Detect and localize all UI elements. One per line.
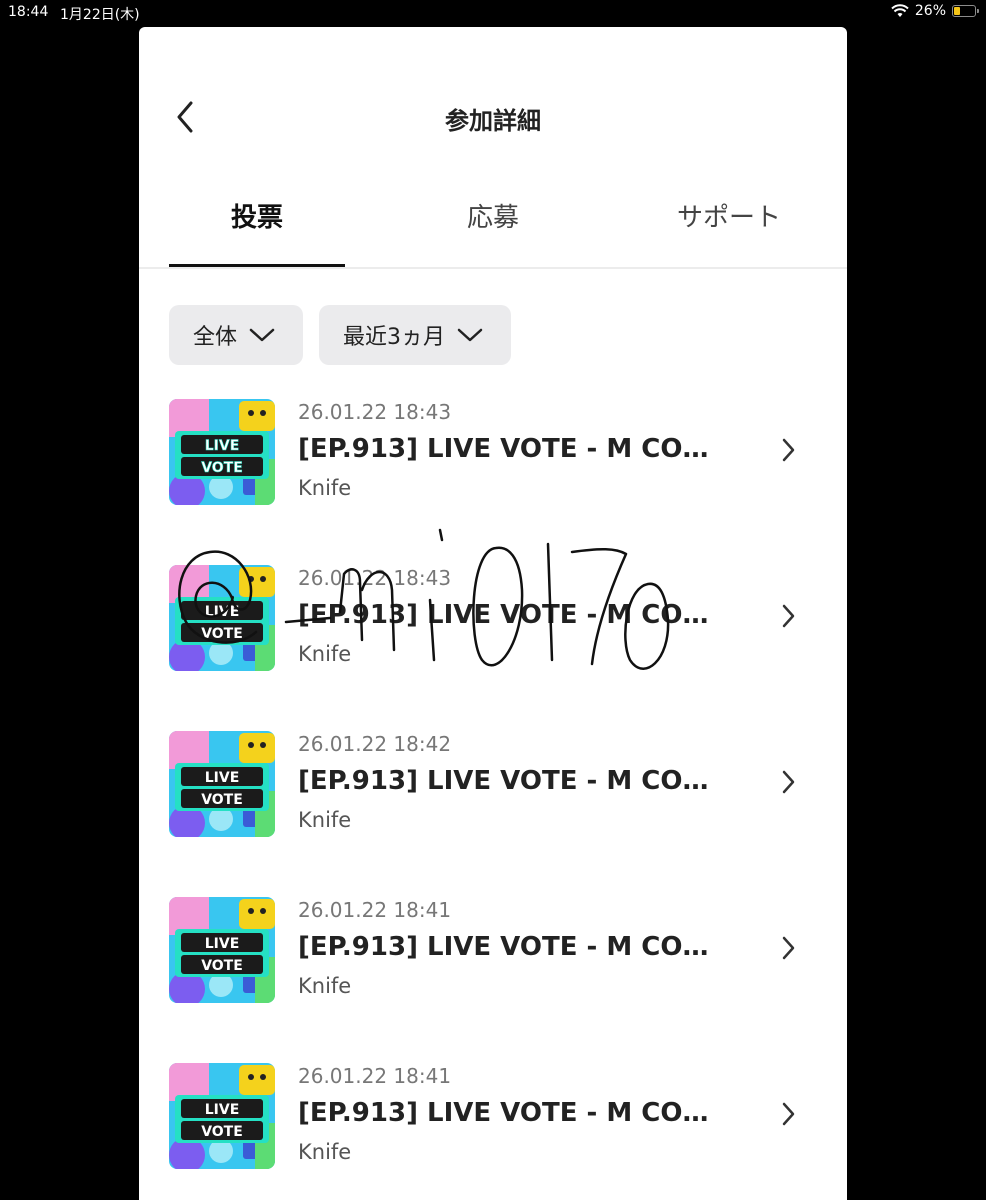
item-meta: 26.01.22 18:43 [EP.913] LIVE VOTE - M CO…	[298, 399, 728, 501]
status-time: 18:44	[8, 4, 49, 20]
chevron-right-icon	[782, 604, 795, 628]
chevron-right-icon	[782, 936, 795, 960]
item-date: 26.01.22 18:43	[298, 566, 452, 590]
thumbnail-line1: LIVE	[205, 1102, 240, 1118]
thumbnail-line2: VOTE	[201, 460, 243, 476]
header: 参加詳細	[139, 87, 847, 147]
battery-percent: 26%	[914, 3, 946, 19]
item-meta: 26.01.22 18:41 [EP.913] LIVE VOTE - M CO…	[298, 897, 728, 999]
chevron-down-icon	[457, 328, 483, 342]
status-date: 1月22日(木)	[60, 7, 140, 23]
chevron-right-icon	[782, 438, 795, 462]
item-title: [EP.913] LIVE VOTE - M COUNTDOWN	[298, 1098, 728, 1128]
filter-bar: 全体 最近3ヵ月	[169, 305, 512, 365]
live-vote-thumbnail: LIVE VOTE	[169, 565, 275, 671]
item-date: 26.01.22 18:41	[298, 898, 452, 922]
live-vote-thumbnail: LIVE VOTE	[169, 731, 275, 837]
item-meta: 26.01.22 18:42 [EP.913] LIVE VOTE - M CO…	[298, 731, 728, 833]
tab-vote[interactable]: 投票	[169, 197, 345, 267]
status-bar: 18:44 1月22日(木) 26%	[0, 0, 986, 26]
item-artist: Knife	[298, 476, 352, 500]
filter-period-label: 最近3ヵ月	[343, 325, 446, 350]
item-title: [EP.913] LIVE VOTE - M COUNTDOWN	[298, 932, 728, 962]
thumbnail-line2: VOTE	[201, 958, 243, 974]
main-panel: 参加詳細 投票 応募 サポート 全体 最近3ヵ月 LIVE VOTE 26.01…	[139, 27, 847, 1200]
list-item[interactable]: LIVE VOTE 26.01.22 18:41 [EP.913] LIVE V…	[169, 897, 829, 1063]
live-vote-thumbnail: LIVE VOTE	[169, 1063, 275, 1169]
list-item[interactable]: LIVE VOTE 26.01.22 18:41 [EP.913] LIVE V…	[169, 1063, 829, 1200]
tab-apply[interactable]: 応募	[405, 197, 581, 265]
live-vote-thumbnail: LIVE VOTE	[169, 897, 275, 1003]
page-title: 参加詳細	[445, 107, 541, 135]
item-date: 26.01.22 18:42	[298, 732, 452, 756]
item-artist: Knife	[298, 808, 352, 832]
thumbnail-line2: VOTE	[201, 792, 243, 808]
wifi-icon	[891, 4, 909, 17]
chevron-right-icon	[782, 1102, 795, 1126]
list-item[interactable]: LIVE VOTE 26.01.22 18:43 [EP.913] LIVE V…	[169, 565, 829, 731]
thumbnail-line1: LIVE	[205, 604, 240, 620]
battery-icon	[952, 5, 979, 17]
tab-support[interactable]: サポート	[641, 197, 817, 265]
chevron-right-icon	[782, 770, 795, 794]
thumbnail-line2: VOTE	[201, 1124, 243, 1140]
thumbnail-line1: LIVE	[205, 438, 240, 454]
item-title: [EP.913] LIVE VOTE - M COUNTDOWN	[298, 766, 728, 796]
item-title: [EP.913] LIVE VOTE - M COUNTDOWN	[298, 600, 728, 630]
item-artist: Knife	[298, 642, 352, 666]
thumbnail-line1: LIVE	[205, 770, 240, 786]
filter-all-label: 全体	[193, 325, 238, 350]
list-item[interactable]: LIVE VOTE 26.01.22 18:42 [EP.913] LIVE V…	[169, 731, 829, 897]
status-right: 26%	[891, 3, 979, 19]
live-vote-thumbnail: LIVE VOTE	[169, 399, 275, 505]
vote-list: LIVE VOTE 26.01.22 18:43 [EP.913] LIVE V…	[169, 399, 829, 1200]
item-title: [EP.913] LIVE VOTE - M COUNTDOWN	[298, 434, 728, 464]
thumbnail-line1: LIVE	[205, 936, 240, 952]
item-meta: 26.01.22 18:41 [EP.913] LIVE VOTE - M CO…	[298, 1063, 728, 1165]
filter-all-dropdown[interactable]: 全体	[169, 305, 304, 365]
item-date: 26.01.22 18:41	[298, 1064, 452, 1088]
item-date: 26.01.22 18:43	[298, 400, 452, 424]
filter-period-dropdown[interactable]: 最近3ヵ月	[319, 305, 512, 365]
chevron-down-icon	[249, 328, 275, 342]
item-artist: Knife	[298, 974, 352, 998]
tab-bar: 投票 応募 サポート	[139, 177, 847, 269]
item-artist: Knife	[298, 1140, 352, 1164]
thumbnail-line2: VOTE	[201, 626, 243, 642]
list-item[interactable]: LIVE VOTE 26.01.22 18:43 [EP.913] LIVE V…	[169, 399, 829, 565]
item-meta: 26.01.22 18:43 [EP.913] LIVE VOTE - M CO…	[298, 565, 728, 667]
